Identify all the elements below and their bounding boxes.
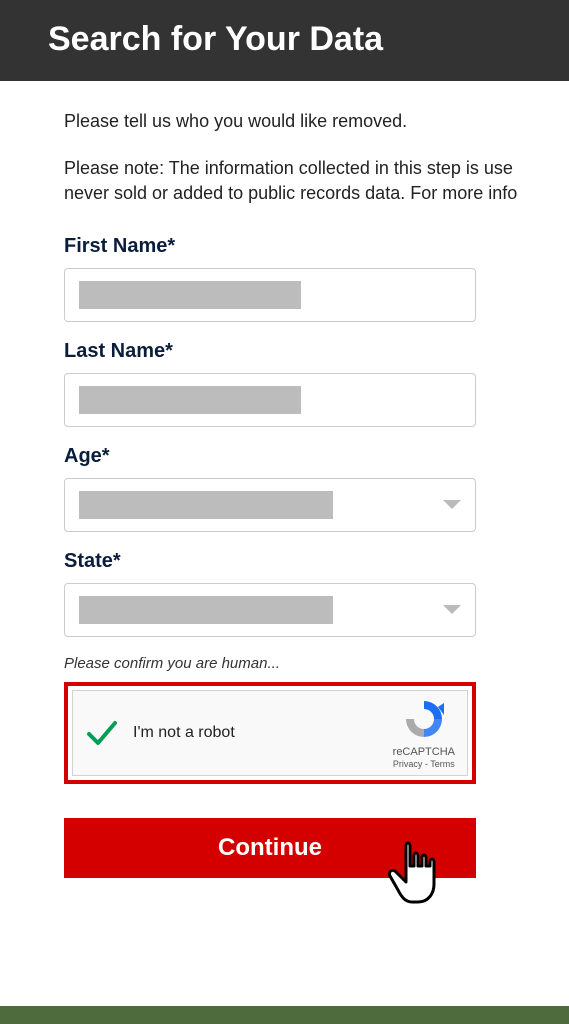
page-title: Search for Your Data <box>48 20 521 59</box>
checkmark-icon <box>85 716 119 750</box>
state-select[interactable] <box>64 583 476 637</box>
state-label: State* <box>64 550 569 573</box>
age-select[interactable] <box>64 478 476 532</box>
intro-text: Please tell us who you would like remove… <box>64 109 569 134</box>
chevron-down-icon <box>443 500 461 509</box>
privacy-link[interactable]: Privacy <box>393 759 423 769</box>
redacted-block <box>79 281 301 309</box>
page-header: Search for Your Data <box>0 0 569 81</box>
age-group: Age* <box>64 445 569 532</box>
state-group: State* <box>64 550 569 637</box>
recaptcha-brand: reCAPTCHA <box>393 746 455 758</box>
captcha-prompt: Please confirm you are human... <box>64 655 569 672</box>
redacted-block <box>79 596 333 624</box>
last-name-input[interactable] <box>64 373 476 427</box>
first-name-group: First Name* <box>64 235 569 322</box>
captcha-text: I'm not a robot <box>133 724 235 742</box>
captcha-highlight: I'm not a robot reCAPTCHA Privacy - Term… <box>64 682 476 784</box>
chevron-down-icon <box>443 605 461 614</box>
recaptcha-links: Privacy - Terms <box>393 759 455 769</box>
redacted-block <box>79 491 333 519</box>
first-name-label: First Name* <box>64 235 569 258</box>
cursor-hand-icon <box>384 836 448 916</box>
last-name-label: Last Name* <box>64 340 569 363</box>
last-name-group: Last Name* <box>64 340 569 427</box>
redacted-block <box>79 386 301 414</box>
age-label: Age* <box>64 445 569 468</box>
first-name-input[interactable] <box>64 268 476 322</box>
footer-bar <box>0 1006 569 1024</box>
recaptcha-widget[interactable]: I'm not a robot reCAPTCHA Privacy - Term… <box>72 690 468 776</box>
captcha-left: I'm not a robot <box>85 716 235 750</box>
terms-link[interactable]: Terms <box>430 759 455 769</box>
recaptcha-icon <box>402 697 446 741</box>
captcha-right: reCAPTCHA Privacy - Terms <box>393 697 455 769</box>
form-content: Please tell us who you would like remove… <box>0 81 569 878</box>
continue-button[interactable]: Continue <box>64 818 476 878</box>
note-text: Please note: The information collected i… <box>64 156 569 206</box>
